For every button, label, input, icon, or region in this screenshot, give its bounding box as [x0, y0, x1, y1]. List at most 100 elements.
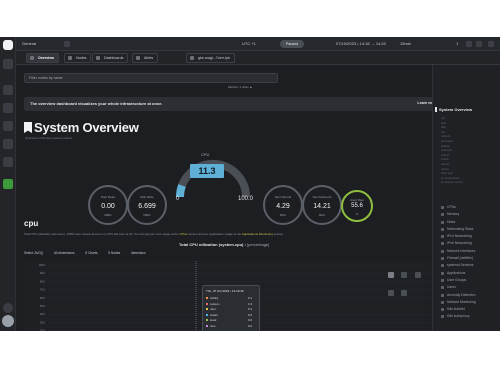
right-sidebar: System Overview cpu load disk ram network pro… — [432, 65, 500, 331]
play-pause-button[interactable]: Paused — [280, 40, 305, 48]
gauge-disk-read[interactable]: Disk Read 0.00 MiB/s — [88, 185, 128, 225]
rooms-icon[interactable] — [3, 85, 13, 95]
node-filter-input[interactable]: Filter nodes by name — [24, 73, 278, 83]
sidebar-item[interactable]: Anomaly Detection — [441, 292, 476, 299]
events-icon[interactable] — [3, 157, 13, 167]
chart-tooltip: Thu, 07 Oct 2023 • 14:19:40 softirq 0.1 sy… — [202, 285, 260, 331]
desc-text-end: section. — [273, 232, 285, 236]
menu-icon[interactable] — [488, 41, 494, 47]
apps-monitoring-link[interactable]: Applications Monitoring — [242, 232, 273, 236]
add-icon[interactable] — [3, 179, 13, 189]
settings-icon[interactable] — [64, 41, 70, 47]
tab-overview[interactable]: Overview — [26, 53, 59, 63]
gauge-unit: Mb/s — [279, 213, 287, 217]
series-color-swatch — [206, 324, 208, 327]
top-bar: General UTC +1 Paused 07/10/2023 • 14:18… — [16, 37, 500, 51]
sidebar-item[interactable]: Netdata Monitoring — [441, 299, 476, 306]
avatar[interactable] — [2, 315, 14, 327]
sidebar-item[interactable]: systemd Services — [441, 262, 476, 269]
series-color-swatch — [206, 297, 208, 299]
sidebar-item[interactable]: Network Interfaces — [441, 248, 476, 255]
sidebar-item[interactable]: IPv4 Networking — [441, 233, 476, 240]
info-banner: The overview dashboard visualizes your w… — [24, 97, 446, 111]
dimensions-selector[interactable]: All dimensions — [54, 251, 75, 255]
y-tick-label: 70.0 — [40, 288, 46, 292]
gauge-net-inbound[interactable]: Net Inbound 4.29 Mb/s — [263, 185, 303, 225]
gauge-disk-write[interactable]: Disk Write 6.699 MiB/s — [127, 185, 167, 225]
space-selector[interactable]: General — [22, 41, 36, 46]
timezone[interactable]: UTC +1 — [242, 41, 256, 46]
help-icon[interactable] — [3, 303, 13, 313]
sidebar-item[interactable]: Applications — [441, 270, 476, 277]
tab-dashboards[interactable]: Dashboards — [92, 53, 129, 63]
bell-icon[interactable] — [476, 41, 482, 47]
cpu-gauge-fill — [176, 184, 186, 198]
highlight-icon[interactable] — [401, 272, 408, 278]
chart-toolbar — [388, 265, 432, 301]
pan-icon[interactable] — [388, 272, 394, 278]
tooltip-time: Thu, 07 Oct 2023 • 14:19:40 — [206, 289, 244, 293]
dashboards-icon[interactable] — [3, 139, 13, 149]
sidebar-item[interactable]: K8s kubelet — [441, 306, 476, 313]
main-content: Filter nodes by name Metrics: 1 chart ▲ … — [16, 65, 446, 331]
gauge-label: Net Inbound — [274, 195, 292, 199]
notification-count[interactable]: 1 — [456, 41, 458, 46]
tooltip-value: 4.3 — [247, 301, 252, 306]
banner-text: The overview dashboard visualizes your w… — [30, 101, 163, 106]
y-tick-label: 90.0 — [40, 271, 46, 275]
group-by-selector[interactable]: dimension — [131, 251, 146, 255]
sidebar-item[interactable]: Networking Stack — [441, 226, 476, 233]
gauge-used-ram[interactable]: Used Ram 55.6 % — [341, 190, 373, 222]
sidebar-item[interactable]: CPUs — [441, 204, 476, 211]
cpus-link[interactable]: CPUs — [179, 232, 187, 236]
notifications-icon[interactable] — [466, 41, 472, 47]
alerts-icon[interactable] — [3, 121, 13, 131]
bookmark-icon — [24, 122, 32, 133]
tab-alerts[interactable]: Alerts — [132, 53, 159, 63]
sidebar-item[interactable]: Users — [441, 284, 476, 291]
time-range[interactable]: 07/10/2023 • 14:18 → 14:20 — [336, 41, 386, 46]
cpu-gauge-min: 0 — [176, 196, 180, 202]
zoom-out-icon[interactable] — [388, 290, 394, 296]
tab-bar: Overview Nodes Dashboards Alerts gke-mag… — [16, 51, 500, 65]
zoom-in-icon[interactable] — [414, 272, 421, 278]
sidebar-item[interactable]: Memory — [441, 211, 476, 218]
sidebar-item[interactable]: Firewall (netfilter) — [441, 255, 476, 262]
duration[interactable]: 15min — [400, 41, 411, 46]
sidebar-title[interactable]: System Overview — [434, 107, 472, 112]
gauge-unit: Mb/s — [318, 213, 326, 217]
nodes-icon[interactable] — [3, 103, 13, 113]
home-icon[interactable] — [3, 59, 13, 69]
sidebar-subitem[interactable]: ipc shared memory — [441, 181, 463, 186]
tab-node[interactable]: gke-magi...7cerr-lpb — [186, 53, 235, 63]
select-aggregation[interactable]: Select: AVG() — [24, 251, 43, 255]
tooltip-value: 0.0 — [247, 318, 252, 322]
page-title: System Overview — [34, 120, 139, 135]
gauge-value: 55.6 — [351, 203, 363, 209]
gauge-label: Disk Write — [140, 195, 154, 199]
nodes-selector[interactable]: 5 Nodes — [108, 251, 120, 255]
page-subtitle: Overview of the key system metrics. — [25, 136, 74, 140]
series-color-swatch — [206, 313, 208, 316]
y-tick-label: 80.0 — [40, 279, 46, 283]
netdata-logo-icon[interactable] — [3, 40, 13, 50]
group-selector[interactable]: 5 Charts — [85, 251, 97, 255]
series-color-swatch — [206, 308, 208, 310]
gauge-value: 4.29 — [276, 203, 290, 210]
tooltip-value: 0.5 — [247, 312, 252, 317]
chart-y-axis: 100.090.080.070.060.050.040.030.020.010.… — [39, 263, 46, 331]
tooltip-value: 0.0 — [247, 323, 252, 328]
nodes-tab-icon — [68, 56, 72, 60]
gauge-label: Disk Read — [101, 195, 115, 199]
tooltip-key: user — [210, 307, 216, 311]
tooltip-value: 6.4 — [247, 307, 252, 311]
sidebar-item[interactable]: K8s kubeproxy — [441, 313, 476, 320]
sidebar-item[interactable]: Disks — [441, 219, 476, 226]
sidebar-item[interactable]: IPv6 Networking — [441, 240, 476, 247]
fullscreen-icon[interactable] — [401, 290, 408, 296]
tab-nodes[interactable]: Nodes — [64, 53, 92, 63]
sidebar-item[interactable]: User Groups — [441, 277, 476, 284]
gauge-net-outbound[interactable]: Net Outbound 14.21 Mb/s — [302, 185, 342, 225]
series-color-swatch — [206, 302, 208, 305]
metrics-counter[interactable]: Metrics: 1 chart ▲ — [228, 85, 252, 89]
